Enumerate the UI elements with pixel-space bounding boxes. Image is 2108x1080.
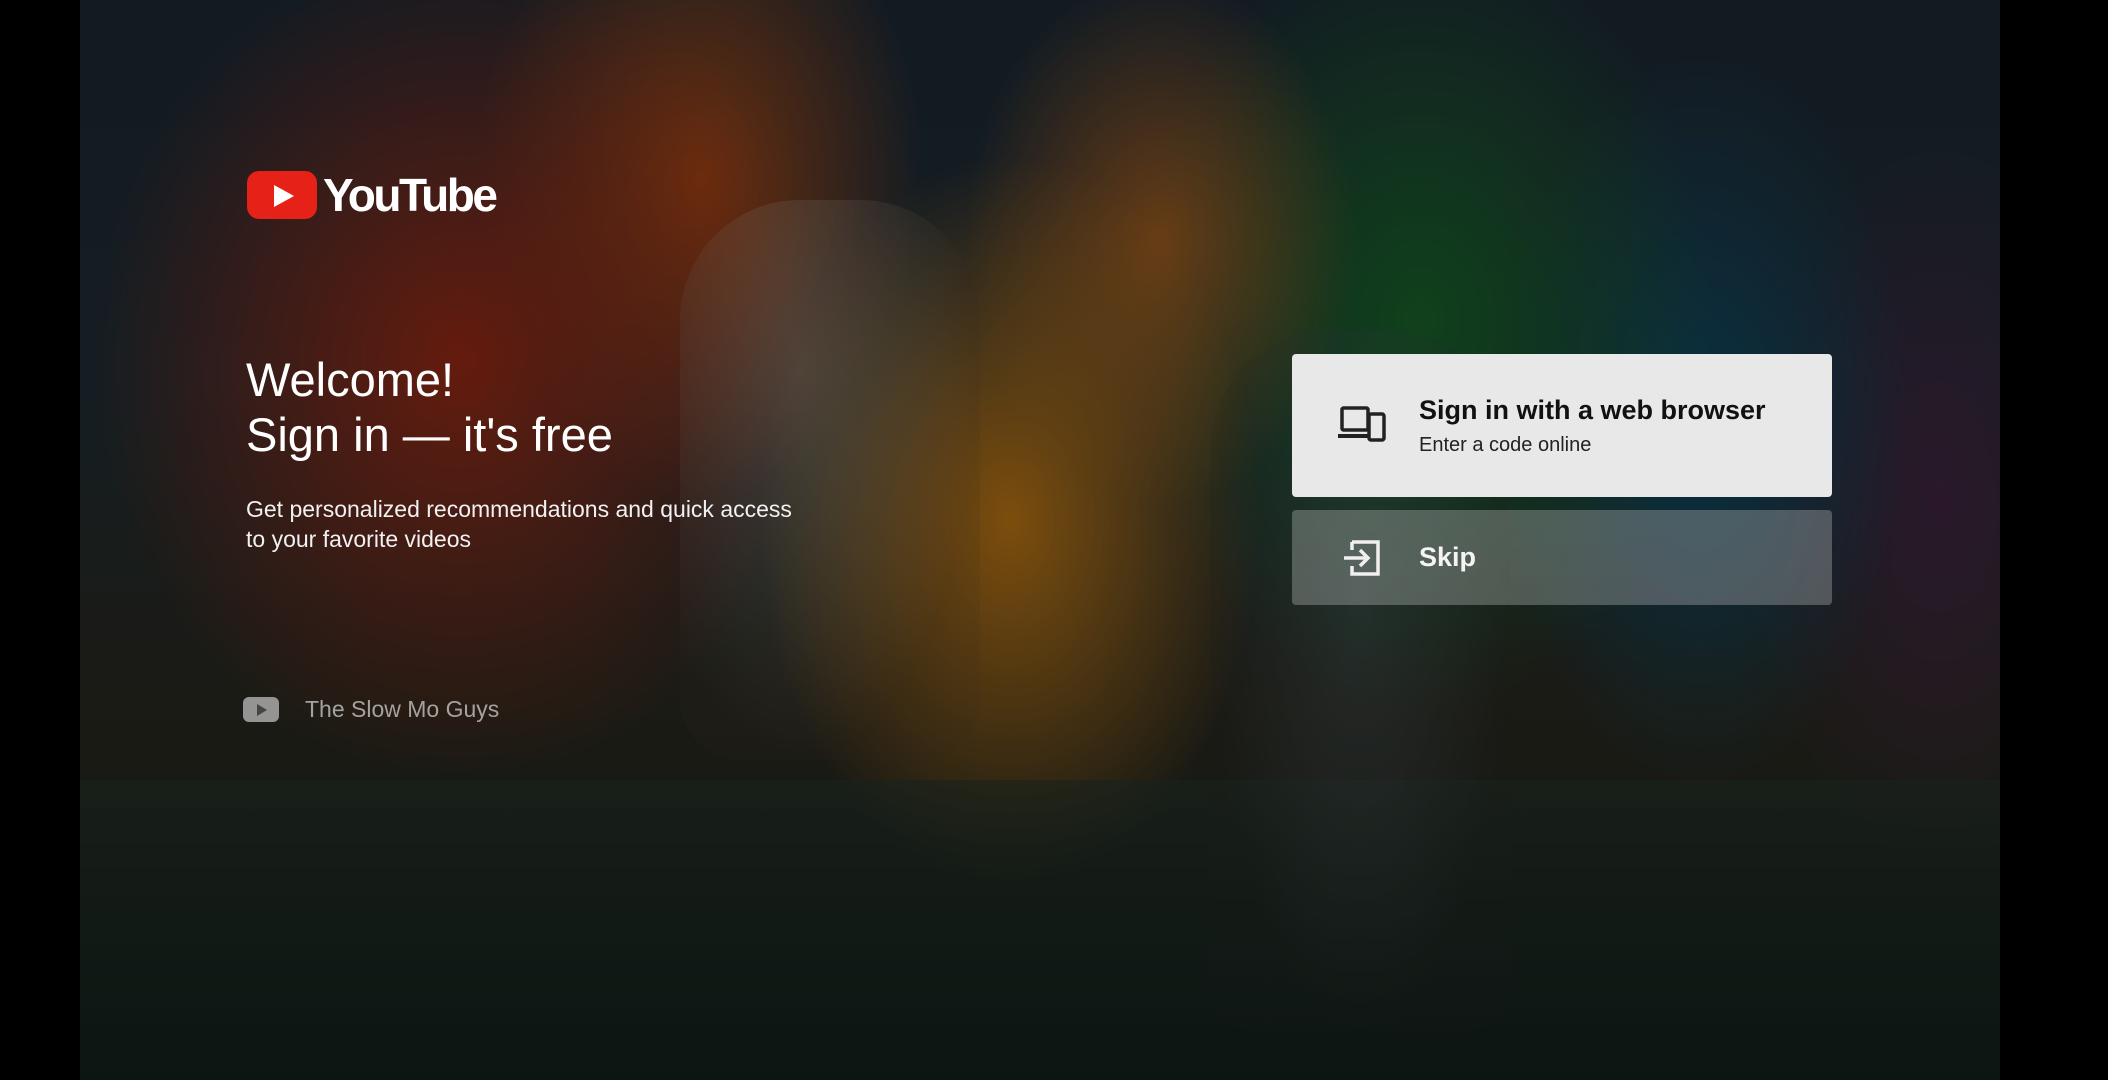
skip-text-group: Skip xyxy=(1419,542,1476,573)
devices-icon xyxy=(1338,405,1386,442)
welcome-line-1: Welcome! xyxy=(246,353,455,406)
youtube-logo: YouTube xyxy=(247,169,498,221)
welcome-line-2: Sign in — it's free xyxy=(246,408,613,461)
sign-in-title: Sign in with a web browser xyxy=(1419,394,1766,425)
sign-in-web-browser-button[interactable]: Sign in with a web browser Enter a code … xyxy=(1292,354,1832,497)
background-channel-attribution: The Slow Mo Guys xyxy=(243,696,499,723)
welcome-heading: Welcome! Sign in — it's free xyxy=(246,352,613,462)
youtube-logo-text: YouTube xyxy=(323,169,498,221)
youtube-play-icon xyxy=(243,697,279,722)
exit-to-app-icon xyxy=(1344,539,1380,576)
skip-label: Skip xyxy=(1419,542,1477,572)
welcome-subtitle: Get personalized recommendations and qui… xyxy=(246,496,792,552)
youtube-play-logo-icon xyxy=(247,171,317,219)
sign-in-subtitle: Enter a code online xyxy=(1419,433,1592,456)
channel-name: The Slow Mo Guys xyxy=(305,696,500,722)
skip-button[interactable]: Skip xyxy=(1292,510,1832,605)
tv-screen: YouTube Welcome! Sign in — it's free Get… xyxy=(0,0,2108,1080)
sign-in-text-group: Sign in with a web browser Enter a code … xyxy=(1419,395,1766,457)
